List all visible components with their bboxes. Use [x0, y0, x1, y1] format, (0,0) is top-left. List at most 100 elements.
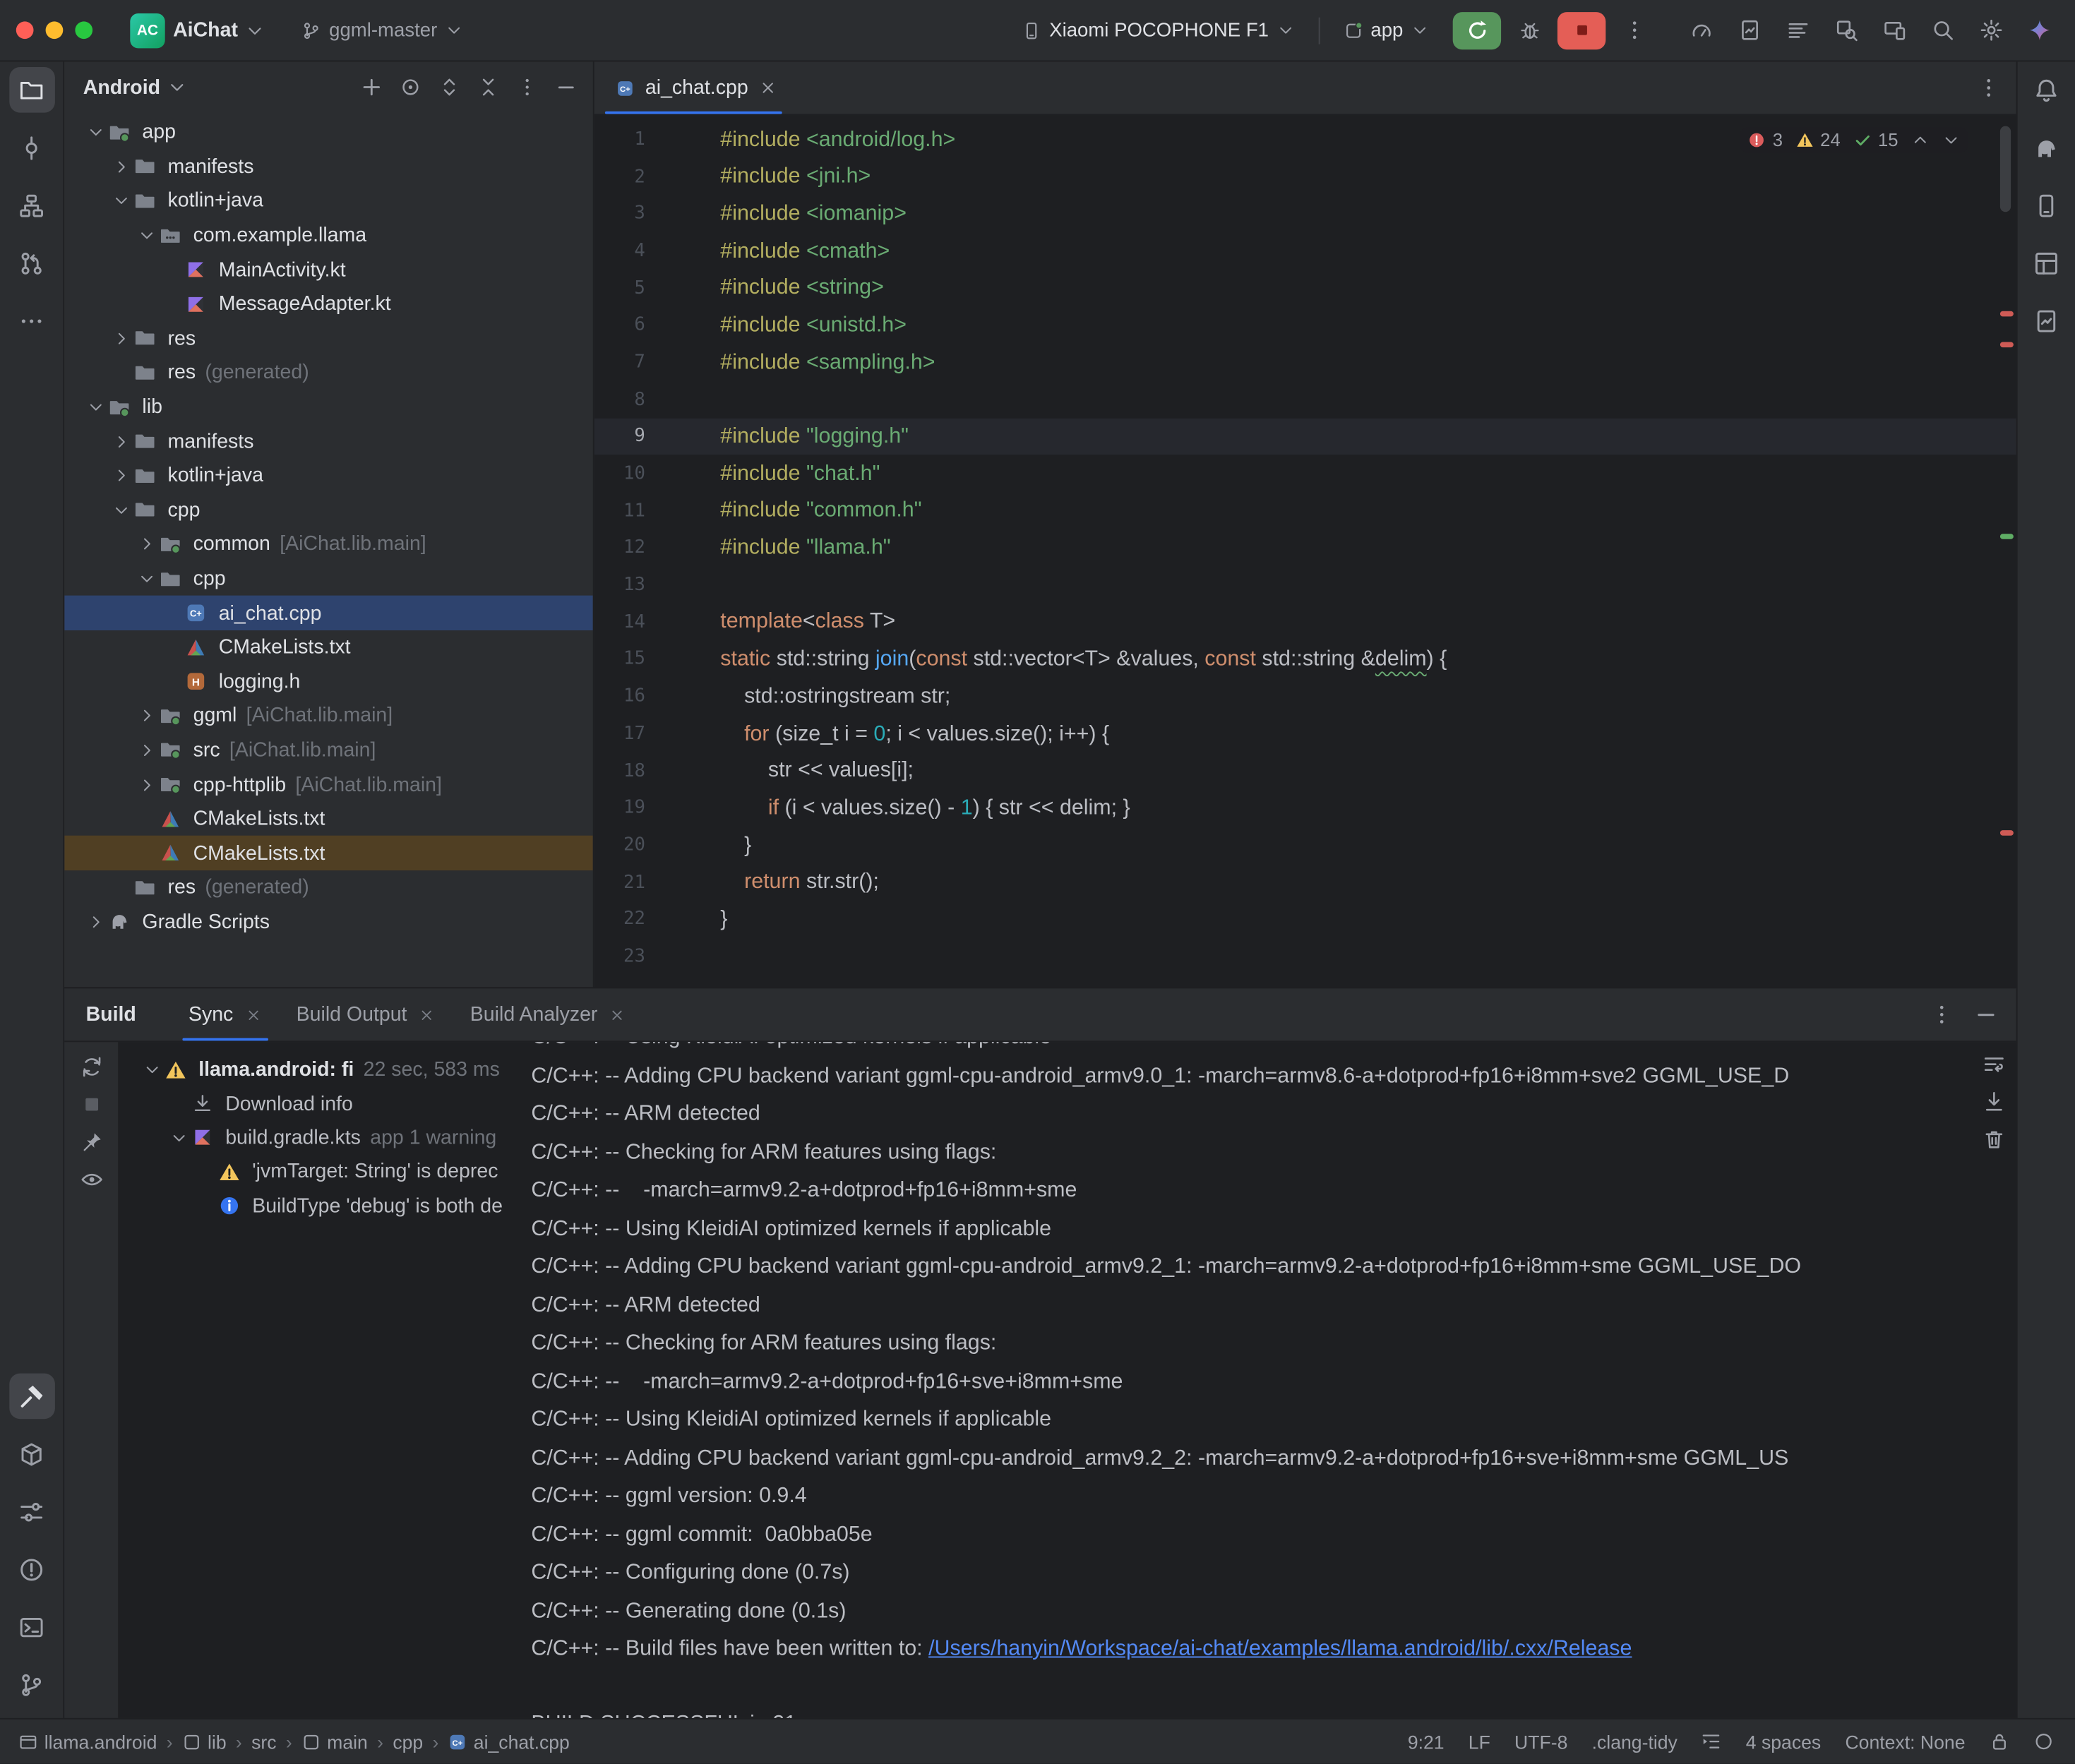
chevron-right-icon[interactable] — [134, 774, 160, 795]
close-tab-icon[interactable] — [610, 1007, 626, 1023]
line-number[interactable]: 10 — [594, 463, 672, 484]
breadcrumb-item[interactable]: llama.android — [19, 1731, 157, 1752]
code-line[interactable]: 16 std::ostringstream str; — [594, 678, 2016, 715]
chevron-right-icon[interactable] — [134, 705, 160, 726]
line-number[interactable]: 13 — [594, 574, 672, 595]
line-number[interactable]: 8 — [594, 388, 672, 409]
project-tree-item[interactable]: kotlin+java — [64, 184, 593, 219]
plus-icon[interactable] — [361, 76, 382, 97]
project-tree-item[interactable]: res — [64, 321, 593, 356]
gradle-tool-button[interactable] — [2023, 125, 2069, 171]
project-tree-item[interactable]: C+ai_chat.cpp — [64, 596, 593, 630]
warnings-count[interactable]: 24 — [1796, 130, 1841, 150]
chevron-right-icon[interactable] — [134, 534, 160, 555]
project-tree-item[interactable]: cpp — [64, 493, 593, 527]
chevron-right-icon[interactable] — [109, 328, 134, 349]
inspections-widget[interactable]: 3 24 15 — [1740, 128, 1968, 153]
project-widget[interactable]: AC AiChat — [122, 8, 273, 52]
breadcrumb-item[interactable]: src — [251, 1731, 276, 1752]
project-tree-item[interactable]: lib — [64, 390, 593, 424]
soft-wrap-icon[interactable] — [1983, 1053, 2005, 1076]
line-number[interactable]: 16 — [594, 685, 672, 707]
debug-button[interactable] — [1509, 11, 1550, 49]
line-number[interactable]: 21 — [594, 871, 672, 892]
app-inspection-button[interactable] — [1826, 11, 1866, 49]
scroll-end-icon[interactable] — [1983, 1091, 2005, 1113]
line-number[interactable]: 5 — [594, 277, 672, 299]
project-tree-item[interactable]: res(generated) — [64, 870, 593, 905]
build-tab-build-analyzer[interactable]: Build Analyzer — [453, 988, 643, 1040]
line-number[interactable]: 20 — [594, 834, 672, 856]
code-line[interactable]: 2#include <jni.h> — [594, 158, 2016, 196]
chevron-down-icon[interactable] — [83, 397, 109, 418]
editor-scrollbar-thumb[interactable] — [2000, 126, 2011, 212]
line-number[interactable]: 3 — [594, 203, 672, 224]
commit-tool-button[interactable] — [8, 125, 54, 171]
settings-button[interactable] — [1971, 11, 2011, 49]
minimize-window-button[interactable] — [46, 21, 64, 39]
breadcrumb-item[interactable]: lib — [182, 1731, 227, 1752]
code-line[interactable]: 17 for (size_t i = 0; i < values.size();… — [594, 715, 2016, 752]
line-number[interactable]: 19 — [594, 797, 672, 818]
project-tree-item[interactable]: Hlogging.h — [64, 664, 593, 699]
project-tree-item[interactable]: MessageAdapter.kt — [64, 287, 593, 322]
zoom-window-button[interactable] — [75, 21, 92, 39]
passed-count[interactable]: 15 — [1854, 130, 1898, 150]
status-highlighting-level[interactable] — [2033, 1732, 2054, 1752]
code-line[interactable]: 22} — [594, 901, 2016, 938]
layout-inspector-tool-button[interactable] — [2023, 240, 2069, 286]
line-number[interactable]: 2 — [594, 166, 672, 187]
terminal-tool-button[interactable] — [8, 1604, 54, 1650]
more-tool-button[interactable] — [8, 298, 54, 344]
pin-icon[interactable] — [80, 1131, 102, 1153]
code-line[interactable]: 7#include <sampling.h> — [594, 344, 2016, 381]
project-tree-item[interactable]: app — [64, 115, 593, 150]
project-tree-item[interactable]: common[AiChat.lib.main] — [64, 527, 593, 562]
chevron-down-icon[interactable] — [109, 499, 134, 520]
device-selector[interactable]: Xiaomi POCOPHONE F1 — [1015, 16, 1303, 45]
line-number[interactable]: 18 — [594, 760, 672, 781]
code-line[interactable]: 5#include <string> — [594, 269, 2016, 306]
line-number[interactable]: 1 — [594, 128, 672, 150]
profiler-button[interactable] — [1681, 11, 1721, 49]
editor-options-icon[interactable] — [1978, 76, 2000, 99]
status-context[interactable]: Context: None — [1845, 1731, 1965, 1752]
project-tree-item[interactable]: manifests — [64, 150, 593, 184]
project-tree-item[interactable]: ggml[AiChat.lib.main] — [64, 699, 593, 733]
stop-square-icon[interactable] — [80, 1093, 102, 1116]
errors-count[interactable]: 3 — [1749, 130, 1783, 150]
chevron-right-icon[interactable] — [109, 465, 134, 486]
line-number[interactable]: 7 — [594, 352, 672, 373]
search-button[interactable] — [1922, 11, 1963, 49]
chevron-down-icon[interactable] — [134, 568, 160, 589]
code-line[interactable]: 10#include "chat.h" — [594, 455, 2016, 492]
editor-tab-ai-chat-cpp[interactable]: C+ ai_chat.cpp — [594, 61, 793, 114]
problems-tool-button[interactable] — [8, 1547, 54, 1592]
project-tree-item[interactable]: CMakeLists.txt — [64, 836, 593, 871]
build-tree-item[interactable]: Download info — [118, 1087, 515, 1121]
project-tree-item[interactable]: manifests — [64, 424, 593, 459]
project-tree-item[interactable]: CMakeLists.txt — [64, 630, 593, 665]
breadcrumb-item[interactable]: C+ai_chat.cpp — [448, 1731, 570, 1752]
build-tab-sync[interactable]: Sync — [171, 988, 279, 1040]
breadcrumb-item[interactable]: main — [301, 1731, 368, 1752]
project-tool-button[interactable] — [8, 67, 54, 113]
code-line[interactable]: 20 } — [594, 827, 2016, 864]
build-tree-item[interactable]: build.gradle.ktsapp 1 warning — [118, 1121, 515, 1155]
prev-problem-icon[interactable] — [1912, 131, 1930, 149]
code-line[interactable]: 13 — [594, 566, 2016, 604]
app-quality-insights-tool-button[interactable] — [2023, 298, 2069, 344]
code-line[interactable]: 4#include <cmath> — [594, 232, 2016, 270]
build-tree-item[interactable]: 'jvmTarget: String' is deprec — [118, 1155, 515, 1189]
logcat-button[interactable] — [1778, 11, 1818, 49]
close-window-button[interactable] — [16, 21, 34, 39]
next-problem-icon[interactable] — [1942, 131, 1960, 149]
project-tree-item[interactable]: kotlin+java — [64, 459, 593, 493]
console-file-link[interactable]: /Users/hanyin/Workspace/ai-chat/examples… — [928, 1638, 1632, 1660]
code-line[interactable]: 12#include "llama.h" — [594, 529, 2016, 567]
status-indent-config[interactable] — [1702, 1732, 1722, 1752]
code-line[interactable]: 6#include <unistd.h> — [594, 306, 2016, 344]
project-view-selector[interactable]: Android — [83, 76, 160, 98]
line-number[interactable]: 4 — [594, 240, 672, 261]
chevron-down-icon[interactable] — [134, 224, 160, 246]
